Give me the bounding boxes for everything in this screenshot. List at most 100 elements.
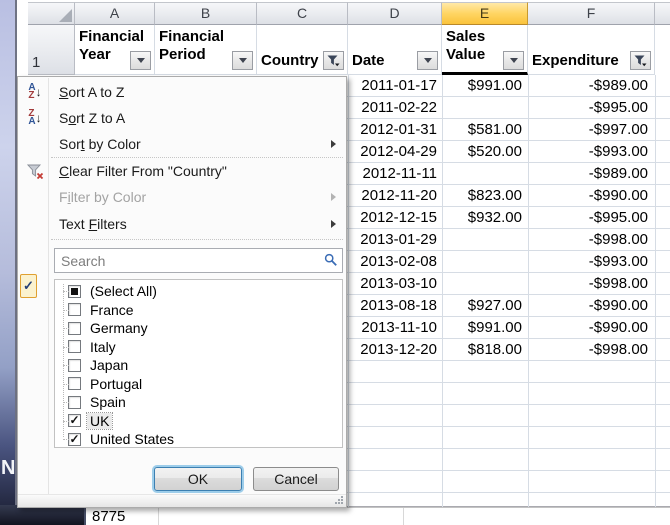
cancel-button[interactable]: Cancel bbox=[253, 467, 339, 491]
filter-dropdown-year-button[interactable] bbox=[130, 51, 151, 70]
cell-sales-value[interactable] bbox=[442, 251, 528, 273]
checkbox-unchecked-icon[interactable] bbox=[68, 303, 81, 316]
cell-date[interactable]: 2012-11-20 bbox=[348, 185, 442, 207]
filter-dropdown-period-button[interactable] bbox=[232, 51, 253, 70]
filter-dropdown-date-button[interactable] bbox=[417, 51, 438, 70]
taskbar-shadow-area bbox=[0, 505, 86, 525]
checkbox-unchecked-icon[interactable] bbox=[68, 377, 81, 390]
cell-expenditure[interactable]: -$998.00 bbox=[528, 273, 655, 295]
cell-date[interactable]: 2012-12-15 bbox=[348, 207, 442, 229]
cell-expenditure[interactable]: -$990.00 bbox=[528, 185, 655, 207]
cell-sales-value[interactable]: $818.00 bbox=[442, 339, 528, 361]
search-box bbox=[54, 248, 343, 273]
list-item-germany[interactable]: Germany bbox=[55, 319, 342, 338]
list-item-united-states[interactable]: ✓ United States bbox=[55, 430, 342, 448]
menu-item-sort-by-color[interactable]: Sort by Color bbox=[19, 131, 345, 157]
list-item-uk[interactable]: ✓ UK bbox=[55, 412, 342, 431]
cell-date[interactable]: 2012-04-29 bbox=[348, 141, 442, 163]
cell-sales-value[interactable]: $991.00 bbox=[442, 75, 528, 97]
checkbox-checked-icon[interactable]: ✓ bbox=[68, 414, 81, 427]
menu-resize-bar bbox=[18, 494, 346, 507]
cell-sales-value[interactable] bbox=[442, 163, 528, 185]
chevron-down-icon bbox=[424, 58, 432, 63]
checkbox-unchecked-icon[interactable] bbox=[68, 340, 81, 353]
search-icon[interactable] bbox=[324, 253, 338, 267]
cell-expenditure[interactable]: -$989.00 bbox=[528, 163, 655, 185]
cell-date[interactable]: 2012-01-31 bbox=[348, 119, 442, 141]
column-header-a[interactable]: A bbox=[75, 2, 155, 25]
cell-date[interactable]: 2011-01-17 bbox=[348, 75, 442, 97]
filter-dropdown-sales-button[interactable] bbox=[503, 51, 524, 70]
menu-item-clear-filter[interactable]: Clear Filter From "Country" bbox=[19, 158, 345, 184]
cell-expenditure[interactable]: -$995.00 bbox=[528, 97, 655, 119]
gridline-vertical bbox=[158, 508, 159, 525]
cell-sales-value[interactable]: $823.00 bbox=[442, 185, 528, 207]
cell-sales-value[interactable]: $520.00 bbox=[442, 141, 528, 163]
header-cell-sales-value[interactable]: Sales Value bbox=[442, 25, 528, 75]
cell-sales-value[interactable]: $581.00 bbox=[442, 119, 528, 141]
menu-item-label: Sort Z to A bbox=[59, 110, 125, 126]
cell-expenditure[interactable]: -$997.00 bbox=[528, 119, 655, 141]
column-header-f[interactable]: F bbox=[528, 2, 655, 25]
checkbox-indeterminate-icon[interactable] bbox=[68, 285, 81, 298]
cell-sales-value[interactable] bbox=[442, 273, 528, 295]
chevron-down-icon bbox=[239, 58, 247, 63]
cell-sales-value[interactable]: $991.00 bbox=[442, 317, 528, 339]
cell-sales-value[interactable] bbox=[442, 97, 528, 119]
menu-item-sort-z-to-a[interactable]: ZA ↓ Sort Z to A bbox=[19, 105, 345, 131]
active-filter-check-button[interactable]: ✓ bbox=[20, 274, 37, 298]
header-cell-country[interactable]: Country bbox=[257, 25, 348, 75]
background-window-row: 8775 bbox=[86, 507, 670, 525]
header-cell-financial-year[interactable]: Financial Year bbox=[75, 25, 155, 75]
column-header-d[interactable]: D bbox=[348, 2, 442, 25]
cell-sales-value[interactable]: $927.00 bbox=[442, 295, 528, 317]
header-cell-financial-period[interactable]: Financial Period bbox=[155, 25, 257, 75]
cell-sales-value[interactable] bbox=[442, 229, 528, 251]
cell-expenditure[interactable]: -$990.00 bbox=[528, 295, 655, 317]
list-item-portugal[interactable]: Portugal bbox=[55, 375, 342, 394]
ok-button[interactable]: OK bbox=[154, 467, 242, 491]
column-header-g-partial[interactable] bbox=[655, 2, 670, 25]
cell-expenditure[interactable]: -$989.00 bbox=[528, 75, 655, 97]
select-all-corner[interactable] bbox=[28, 2, 75, 25]
checkbox-unchecked-icon[interactable] bbox=[68, 359, 81, 372]
cell-expenditure[interactable]: -$998.00 bbox=[528, 339, 655, 361]
checkbox-checked-icon[interactable]: ✓ bbox=[68, 433, 81, 446]
search-input[interactable] bbox=[54, 248, 343, 273]
cell-sales-value[interactable]: $932.00 bbox=[442, 207, 528, 229]
header-line1: Financial bbox=[159, 28, 256, 46]
cell-date[interactable]: 2013-08-18 bbox=[348, 295, 442, 317]
row-header-1[interactable]: 1 bbox=[28, 25, 75, 75]
column-header-c[interactable]: C bbox=[257, 2, 348, 25]
cell-expenditure[interactable]: -$993.00 bbox=[528, 251, 655, 273]
cell-expenditure[interactable]: -$998.00 bbox=[528, 229, 655, 251]
cell-date[interactable]: 2013-12-20 bbox=[348, 339, 442, 361]
header-cell-date[interactable]: Date bbox=[348, 25, 442, 75]
cell-expenditure[interactable]: -$995.00 bbox=[528, 207, 655, 229]
list-item-france[interactable]: France bbox=[55, 301, 342, 320]
filter-dropdown-country-button-active[interactable] bbox=[323, 51, 344, 70]
cell-date[interactable]: 2013-02-08 bbox=[348, 251, 442, 273]
cell-date[interactable]: 2011-02-22 bbox=[348, 97, 442, 119]
cell-date[interactable]: 2012-11-11 bbox=[348, 163, 442, 185]
filter-dropdown-expenditure-button-active[interactable] bbox=[630, 51, 651, 70]
gridline-vertical bbox=[403, 508, 404, 525]
cell-expenditure[interactable]: -$990.00 bbox=[528, 317, 655, 339]
column-header-e-selected[interactable]: E bbox=[442, 2, 528, 25]
cell-expenditure[interactable]: -$993.00 bbox=[528, 141, 655, 163]
checkbox-unchecked-icon[interactable] bbox=[68, 396, 81, 409]
column-header-b[interactable]: B bbox=[155, 2, 257, 25]
list-item-spain[interactable]: Spain bbox=[55, 393, 342, 412]
list-item-select-all[interactable]: (Select All) bbox=[55, 282, 342, 301]
list-item-label: Japan bbox=[87, 357, 131, 373]
header-cell-expenditure[interactable]: Expenditure bbox=[528, 25, 655, 75]
cell-date[interactable]: 2013-11-10 bbox=[348, 317, 442, 339]
resize-grip[interactable] bbox=[334, 495, 344, 505]
list-item-italy[interactable]: Italy bbox=[55, 338, 342, 357]
menu-item-sort-a-to-z[interactable]: AZ ↓ Sort A to Z bbox=[19, 79, 345, 105]
list-item-japan[interactable]: Japan bbox=[55, 356, 342, 375]
cell-date[interactable]: 2013-03-10 bbox=[348, 273, 442, 295]
checkbox-unchecked-icon[interactable] bbox=[68, 322, 81, 335]
cell-date[interactable]: 2013-01-29 bbox=[348, 229, 442, 251]
menu-item-text-filters[interactable]: Text Filters bbox=[19, 211, 345, 237]
